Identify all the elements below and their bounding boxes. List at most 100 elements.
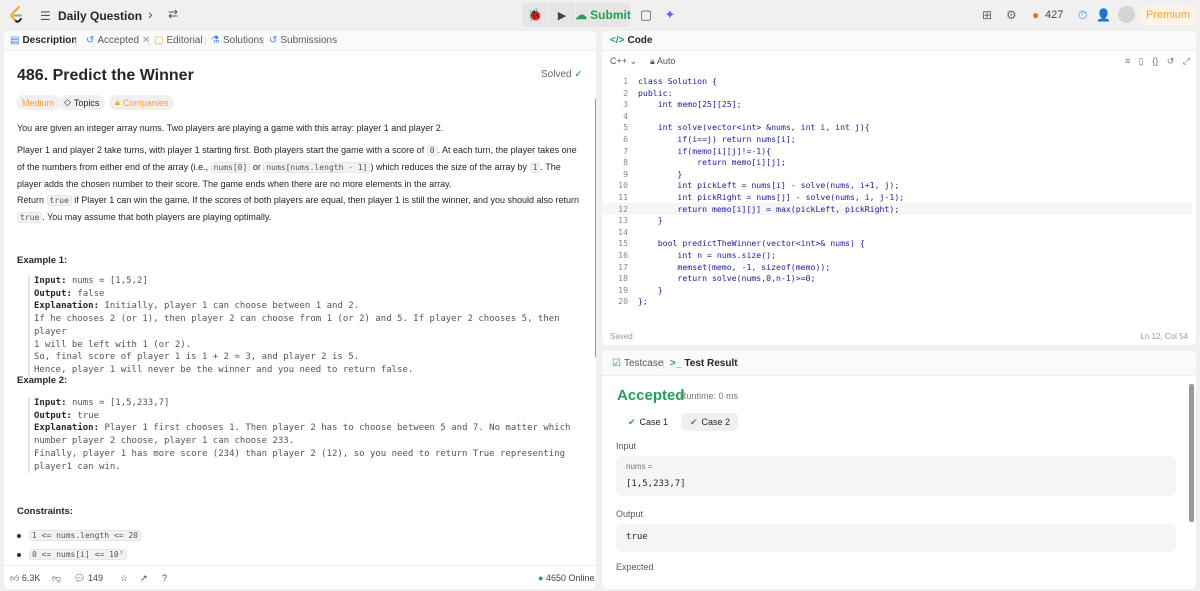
problem-list-icon[interactable]: ☰ xyxy=(40,9,51,23)
tab-accepted[interactable]: ↺ Accepted ✕ xyxy=(86,35,150,46)
comments-button[interactable]: 💬︎ 149 xyxy=(74,573,103,584)
tab-submissions-label: Submissions xyxy=(280,35,338,46)
tab-solutions[interactable]: ⚗ Solutions xyxy=(211,35,264,46)
result-panel: ☑ Testcase >_ Test Result Accepted Runtime… xyxy=(602,350,1196,589)
avatar[interactable] xyxy=(1118,6,1135,23)
share-icon[interactable]: ↗ xyxy=(140,573,148,584)
code-line[interactable]: 12 return memo[i][j] = max(pickLeft, pic… xyxy=(602,202,1192,215)
like-button[interactable]: 👍︎ 6.3K xyxy=(10,573,40,584)
companies-button[interactable]: 🔒︎ Companies xyxy=(109,95,175,110)
code-text: memset(memo, -1, sizeof(memo)); xyxy=(638,261,831,272)
lock-icon: 🔒︎ xyxy=(650,56,655,66)
code-line[interactable]: 3 int memo[25][25]; xyxy=(602,98,1192,110)
ai-sparkle-icon[interactable]: ✦ xyxy=(660,3,680,27)
output-label: Output xyxy=(616,509,644,519)
dislike-icon[interactable]: 👎︎ xyxy=(52,573,61,584)
code-line[interactable]: 18 return solve(nums,0,n-1)>=0; xyxy=(602,272,1192,284)
case-2-tab[interactable]: ✔ Case 2 xyxy=(682,413,739,431)
language-select[interactable]: C++ ⌄ xyxy=(610,56,637,67)
solved-status: Solved ✓ xyxy=(541,69,583,80)
example-value: nums = [1,5,2] xyxy=(71,276,148,286)
example-line: So, final score of player 1 is 1 + 2 = 3… xyxy=(34,351,588,364)
code-line[interactable]: 17 memset(memo, -1, sizeof(memo)); xyxy=(602,261,1192,273)
result-scrollbar[interactable] xyxy=(1189,384,1194,522)
tab-testcase[interactable]: ☑ Testcase xyxy=(612,358,663,369)
description-scrollbar[interactable] xyxy=(595,98,596,358)
code-line[interactable]: 6 if(i==j) return nums[i]; xyxy=(602,133,1192,145)
example-key: Output: xyxy=(34,288,78,299)
star-icon[interactable]: ☆ xyxy=(120,573,128,584)
text: or xyxy=(250,162,264,172)
bookmark-icon[interactable]: ▯ xyxy=(1139,56,1144,66)
code-line[interactable]: 4 xyxy=(602,110,1192,122)
format-icon[interactable]: ≡ xyxy=(1125,56,1130,66)
code-line[interactable]: 1 class Solution { xyxy=(602,75,1192,87)
example-line: Input: nums = [1,5,2] xyxy=(34,275,588,288)
divider xyxy=(205,37,206,46)
fullscreen-icon[interactable]: ⤢ xyxy=(1183,56,1190,66)
close-icon[interactable]: ✕ xyxy=(142,35,150,46)
check-icon: ✔ xyxy=(690,416,698,427)
example-2-title: Example 2: xyxy=(17,375,68,386)
code-line[interactable]: 2 public: xyxy=(602,87,1192,99)
submit-button[interactable]: ☁ Submit xyxy=(575,3,631,27)
tab-test-result[interactable]: >_ Test Result xyxy=(670,358,738,369)
code-text: }; xyxy=(638,296,648,307)
case-2-label: Case 2 xyxy=(701,417,731,427)
code-text: return solve(nums,0,n-1)>=0; xyxy=(638,273,816,284)
top-nav: ☰ Daily Question ‹ › ⇄ 🐞 ▶ ☁ Submit ▢ ✦ … xyxy=(0,0,1200,30)
tab-code[interactable]: </> Code xyxy=(610,35,652,46)
gear-icon[interactable]: ⚙ xyxy=(1006,8,1017,22)
example-line: Finally, player 1 has more score (234) t… xyxy=(34,448,588,461)
line-number: 4 xyxy=(623,110,628,121)
code-text: int pickRight = nums[j] - solve(nums, i,… xyxy=(638,192,905,202)
auto-label: Auto xyxy=(656,56,676,66)
help-icon[interactable]: ? xyxy=(162,573,167,583)
timer-icon[interactable]: ⏱ xyxy=(1078,8,1087,23)
layout-icon[interactable]: ⊞ xyxy=(982,8,992,22)
premium-button[interactable]: Premium xyxy=(1140,5,1196,25)
code-line[interactable]: 15 bool predictTheWinner(vector<int>& nu… xyxy=(602,237,1192,249)
case-1-label: Case 1 xyxy=(639,417,669,427)
streak-fire-icon[interactable]: ● xyxy=(1032,8,1039,22)
code-editor[interactable]: 1 class Solution {2 public: 3 int memo[25][… xyxy=(602,75,1192,335)
auto-mode[interactable]: 🔒︎ Auto xyxy=(650,56,675,67)
prev-problem-icon[interactable]: ‹ xyxy=(127,6,132,22)
constraint-item: 1 <= nums.length <= 20 xyxy=(17,530,141,541)
divider xyxy=(148,37,149,46)
next-problem-icon[interactable]: › xyxy=(148,6,153,22)
notes-icon[interactable]: ▢ xyxy=(636,3,656,27)
leetcode-logo[interactable] xyxy=(8,6,24,24)
braces-icon[interactable]: {} xyxy=(1152,56,1158,66)
line-number: 5 xyxy=(623,122,628,133)
code-line[interactable]: 9 } xyxy=(602,168,1192,180)
case-1-tab[interactable]: ✔ Case 1 xyxy=(620,413,676,431)
code-panel: </> Code C++ ⌄ 🔒︎ Auto ≡ ▯ {} ↺ ⤢ 1 class … xyxy=(602,31,1196,345)
streak-count[interactable]: 427 xyxy=(1045,9,1063,21)
topics-button[interactable]: ◇ Topics xyxy=(58,95,106,110)
add-user-icon[interactable]: 👤 xyxy=(1096,8,1111,22)
debug-icon[interactable]: 🐞 xyxy=(522,3,548,27)
example-line: player1 can win. xyxy=(34,461,588,474)
code-line[interactable]: 16 int n = nums.size(); xyxy=(602,249,1192,261)
code-line[interactable]: 10 int pickLeft = nums[i] - solve(nums, … xyxy=(602,179,1192,191)
code-line[interactable]: 11 int pickRight = nums[j] - solve(nums,… xyxy=(602,191,1192,203)
code-line[interactable]: 5 int solve(vector<int> &nums, int i, in… xyxy=(602,121,1192,133)
code-line[interactable]: 7 if(memo[i][j]!=-1){ xyxy=(602,145,1192,157)
example-value: Initially, player 1 can choose between 1… xyxy=(104,301,360,312)
code-line[interactable]: 14 xyxy=(602,226,1192,238)
tab-editorial[interactable]: ▢ Editorial xyxy=(154,35,203,46)
code-line[interactable]: 8 return memo[i][j]; xyxy=(602,156,1192,168)
saved-status: Saved xyxy=(610,332,633,341)
shuffle-icon[interactable]: ⇄ xyxy=(168,7,178,21)
line-number: 19 xyxy=(618,284,628,295)
code-line[interactable]: 13 } xyxy=(602,214,1192,226)
example-value: number player 2 choose, player 1 can cho… xyxy=(34,436,295,447)
reset-icon[interactable]: ↺ xyxy=(1167,56,1175,66)
cursor-position: Ln 12, Col 54 xyxy=(1140,332,1188,341)
tab-submissions[interactable]: ↺ Submissions xyxy=(269,35,337,46)
code-line[interactable]: 19 } xyxy=(602,284,1192,296)
tab-description[interactable]: ▤ Description xyxy=(10,35,77,46)
run-button[interactable]: ▶ xyxy=(549,3,575,27)
code-line[interactable]: 20}; xyxy=(602,295,1192,307)
